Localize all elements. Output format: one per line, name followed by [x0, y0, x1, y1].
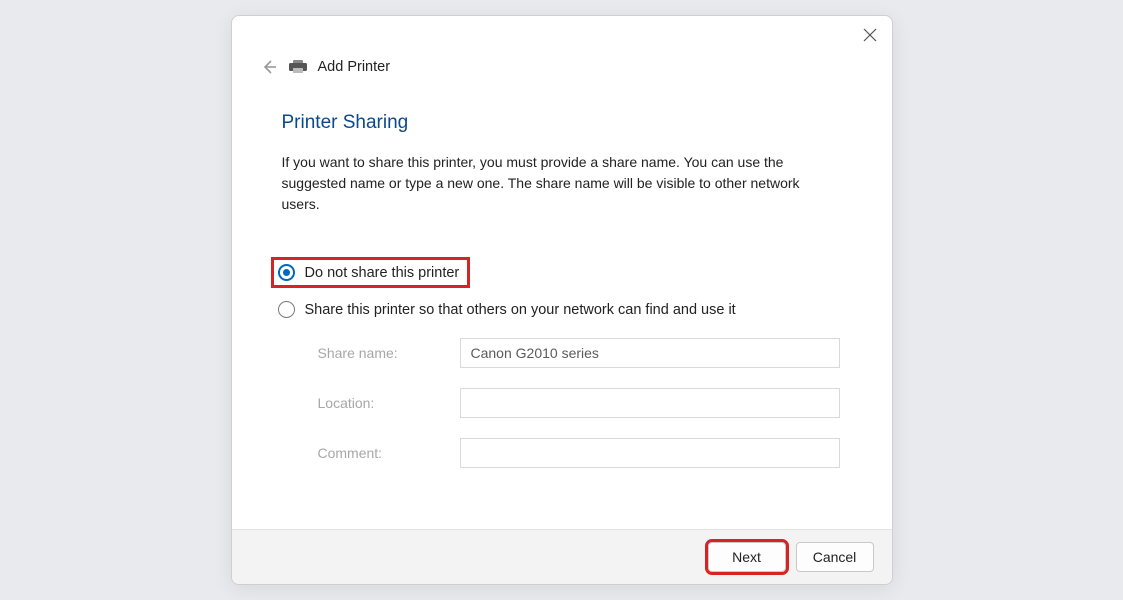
share-name-field[interactable]	[460, 338, 840, 368]
share-name-label: Share name:	[318, 345, 448, 361]
comment-label: Comment:	[318, 445, 448, 461]
cancel-button[interactable]: Cancel	[796, 542, 874, 572]
option-share-printer[interactable]: Share this printer so that others on you…	[278, 301, 842, 318]
page-title: Printer Sharing	[282, 112, 842, 134]
wizard-header: Add Printer	[232, 54, 892, 84]
sharing-radio-group: Do not share this printer Share this pri…	[278, 257, 842, 318]
next-button[interactable]: Next	[708, 542, 786, 572]
radio-label: Share this printer so that others on you…	[305, 302, 736, 318]
radio-label: Do not share this printer	[305, 265, 460, 281]
close-icon[interactable]	[862, 27, 878, 43]
titlebar	[232, 16, 892, 54]
dialog-footer: Next Cancel	[232, 529, 892, 584]
page-description: If you want to share this printer, you m…	[282, 152, 842, 215]
back-arrow-icon[interactable]	[260, 58, 278, 76]
radio-icon[interactable]	[278, 301, 295, 318]
radio-icon[interactable]	[278, 264, 295, 281]
add-printer-dialog: Add Printer Printer Sharing If you want …	[231, 15, 893, 585]
wizard-title: Add Printer	[318, 59, 391, 75]
location-field[interactable]	[460, 388, 840, 418]
printer-icon	[288, 60, 308, 74]
share-fields: Share name: Location: Comment:	[318, 338, 842, 468]
location-label: Location:	[318, 395, 448, 411]
content-area: Printer Sharing If you want to share thi…	[232, 84, 892, 529]
comment-field[interactable]	[460, 438, 840, 468]
option-do-not-share[interactable]: Do not share this printer	[271, 257, 471, 288]
